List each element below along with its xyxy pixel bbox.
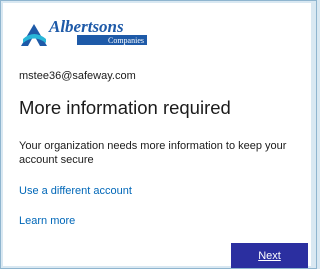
albertsons-a-logo-icon bbox=[21, 24, 47, 46]
next-button[interactable]: Next bbox=[231, 243, 308, 268]
page-description: Your organization needs more information… bbox=[19, 140, 287, 166]
use-different-account-link[interactable]: Use a different account bbox=[19, 185, 132, 197]
company-logo: Albertsons Companies bbox=[19, 15, 154, 55]
account-email: mstee36@safeway.com bbox=[19, 70, 136, 82]
logo-wordmark: Albertsons bbox=[48, 17, 124, 36]
learn-more-link[interactable]: Learn more bbox=[19, 215, 75, 227]
logo-subtitle: Companies bbox=[108, 36, 144, 45]
page-title: More information required bbox=[19, 97, 231, 118]
sign-in-card: Albertsons Companies mstee36@safeway.com… bbox=[3, 3, 311, 268]
